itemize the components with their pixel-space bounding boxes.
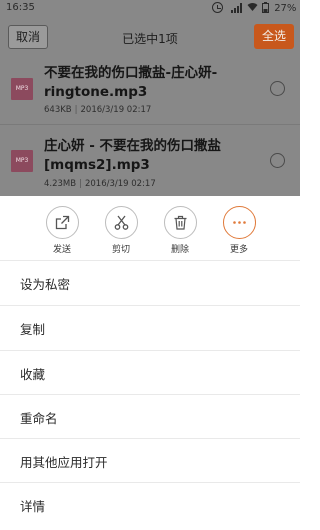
- file-size: 4.23MB: [44, 179, 77, 189]
- menu-item-label: 重命名: [20, 411, 58, 426]
- send-label: 发送: [52, 245, 71, 255]
- mp3-file-icon: MP3: [11, 150, 33, 172]
- menu-item-label: 设为私密: [20, 277, 71, 292]
- mp3-file-icon: MP3: [11, 78, 33, 100]
- file-row[interactable]: MP3 庄心妍 - 不要在我的伤口撒盐 [mqms2].mp3 4.23MB | 2…: [0, 125, 300, 196]
- menu-item-copy[interactable]: 复制: [0, 305, 300, 346]
- battery-icon: [262, 2, 269, 13]
- file-name-line1: 不要在我的伤口撒盐-庄心妍-: [44, 65, 218, 81]
- status-bar: 16:35 27%: [0, 0, 300, 17]
- dimmed-background[interactable]: 16:35 27% 取消 已选中1项 全选 MP3 不要在我的伤口撒盐-庄心妍-…: [0, 0, 300, 196]
- action-sheet: 发送 剪切 删除 更多 设为私密 复制 收藏 重命名 用其他应用打开 详情: [0, 196, 300, 530]
- alarm-icon: [212, 2, 223, 13]
- file-name-line2: ringtone.mp3: [44, 84, 148, 100]
- scissors-icon: [104, 206, 138, 239]
- menu-item-favorite[interactable]: 收藏: [0, 350, 300, 391]
- file-meta: 643KB | 2016/3/19 02:17: [44, 105, 152, 115]
- file-date: 2016/3/19 02:17: [80, 105, 152, 115]
- more-button[interactable]: 更多: [214, 206, 264, 255]
- file-row[interactable]: MP3 不要在我的伤口撒盐-庄心妍- ringtone.mp3 643KB | 20…: [0, 54, 300, 124]
- delete-button[interactable]: 删除: [155, 206, 205, 255]
- file-date: 2016/3/19 02:17: [84, 179, 156, 189]
- delete-label: 删除: [170, 245, 189, 255]
- menu-item-label: 复制: [20, 322, 46, 337]
- trash-icon: [163, 206, 197, 239]
- menu-item-details[interactable]: 详情: [0, 482, 300, 523]
- file-size: 643KB: [44, 105, 72, 115]
- menu-item-set-private[interactable]: 设为私密: [0, 260, 300, 301]
- battery-status: 27%: [262, 2, 296, 14]
- share-icon: [45, 206, 79, 239]
- action-row: 发送 剪切 删除 更多: [0, 196, 300, 262]
- menu-item-label: 收藏: [20, 367, 46, 382]
- menu-item-label: 用其他应用打开: [20, 455, 108, 470]
- select-all-button[interactable]: 全选: [254, 24, 294, 49]
- menu-item-open-with[interactable]: 用其他应用打开: [0, 438, 300, 479]
- menu-item-label: 详情: [20, 499, 46, 514]
- send-button[interactable]: 发送: [37, 206, 87, 255]
- file-meta: 4.23MB | 2016/3/19 02:17: [44, 179, 156, 189]
- more-icon: [222, 206, 256, 239]
- wifi-icon: [247, 2, 258, 15]
- file-name-line1: 庄心妍 - 不要在我的伤口撒盐: [44, 138, 222, 154]
- file-name: 不要在我的伤口撒盐-庄心妍- ringtone.mp3: [44, 64, 254, 102]
- file-select-radio[interactable]: [270, 81, 285, 96]
- menu-item-rename[interactable]: 重命名: [0, 394, 300, 435]
- signal-icon: [231, 3, 243, 13]
- status-time: 16:35: [6, 2, 35, 13]
- file-name-line2: [mqms2].mp3: [44, 157, 150, 173]
- cut-label: 剪切: [111, 245, 130, 255]
- file-select-radio[interactable]: [270, 153, 285, 168]
- selection-toolbar: 取消 已选中1项 全选: [0, 19, 300, 53]
- battery-percent: 27%: [274, 3, 297, 14]
- file-name: 庄心妍 - 不要在我的伤口撒盐 [mqms2].mp3: [44, 137, 254, 175]
- cut-button[interactable]: 剪切: [96, 206, 146, 255]
- more-label: 更多: [229, 245, 248, 255]
